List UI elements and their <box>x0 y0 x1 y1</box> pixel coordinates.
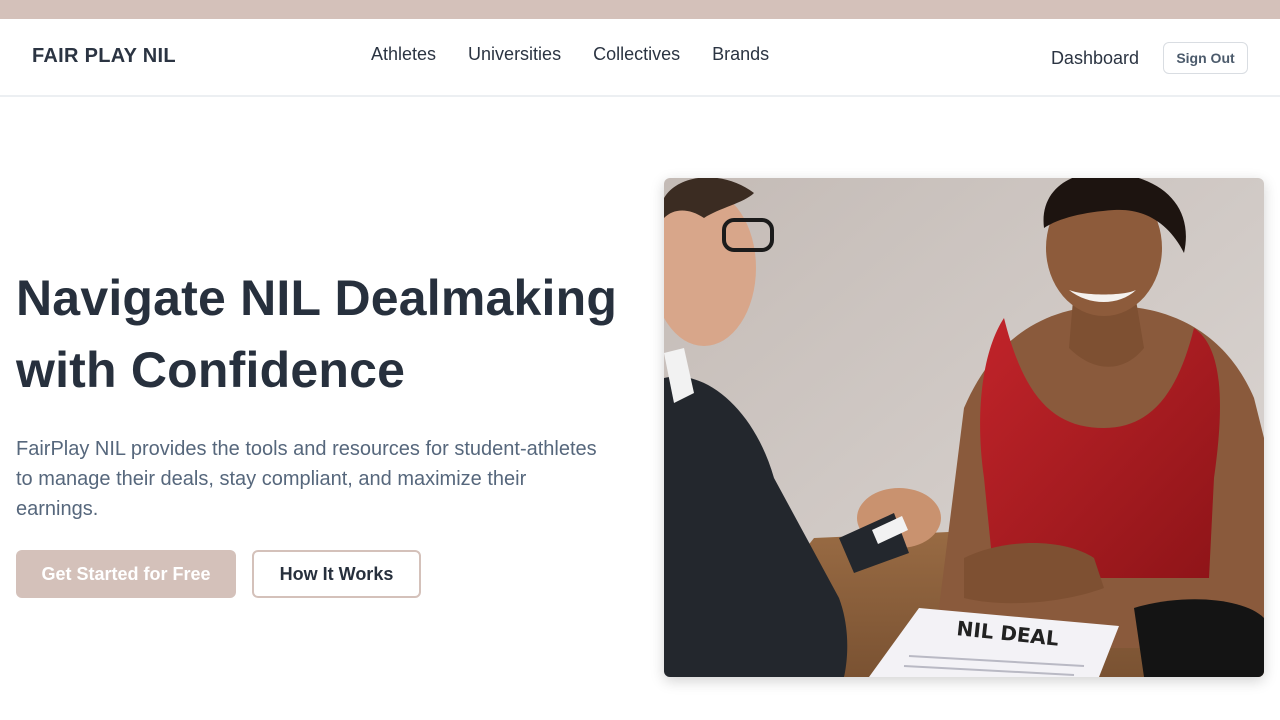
nav-link-athletes[interactable]: Athletes <box>371 44 436 65</box>
site-logo[interactable]: FAIR PLAY NIL <box>32 45 176 68</box>
hero-description: FairPlay NIL provides the tools and reso… <box>16 438 597 520</box>
dashboard-link[interactable]: Dashboard <box>1051 48 1139 69</box>
main-nav: Athletes Universities Collectives Brands <box>371 44 769 65</box>
hero-title-line-2: with Confidence <box>16 342 406 398</box>
hero-title: Navigate NIL Dealmaking with Confidence <box>16 262 626 406</box>
nav-link-brands[interactable]: Brands <box>712 44 769 65</box>
top-accent-strip <box>0 0 1280 19</box>
nav-account-area: Dashboard Sign Out <box>1051 42 1248 74</box>
sign-out-button[interactable]: Sign Out <box>1163 42 1248 74</box>
hero-cta-row: Get Started for Free How It Works <box>16 550 626 598</box>
nav-link-universities[interactable]: Universities <box>468 44 561 65</box>
nav-link-collectives[interactable]: Collectives <box>593 44 680 65</box>
hero-text-block: Navigate NIL Dealmaking with Confidence … <box>16 262 626 598</box>
how-it-works-button[interactable]: How It Works <box>252 550 421 598</box>
hero-title-line-1: Navigate NIL Dealmaking <box>16 270 618 326</box>
navbar: FAIR PLAY NIL Athletes Universities Coll… <box>0 19 1280 97</box>
get-started-button[interactable]: Get Started for Free <box>16 550 236 598</box>
hero-image-handshake: NIL DEAL <box>664 178 1264 677</box>
